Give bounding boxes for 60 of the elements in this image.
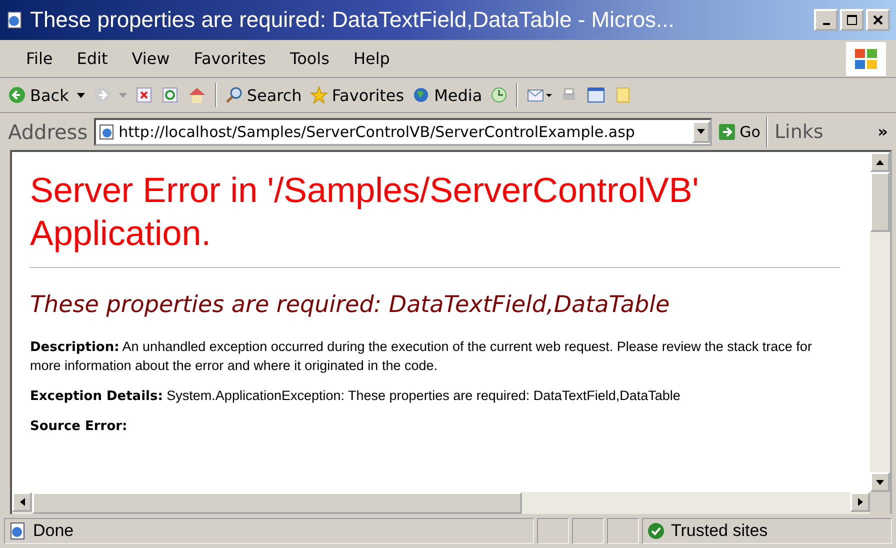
back-button[interactable]: Back [8, 86, 69, 104]
right-arrow-icon [858, 498, 862, 506]
search-icon [224, 86, 243, 104]
refresh-icon[interactable] [160, 86, 179, 104]
scroll-thumb[interactable] [870, 172, 890, 232]
history-icon[interactable] [490, 86, 508, 104]
scroll-thumb[interactable] [32, 492, 522, 514]
status-text: Done [33, 521, 74, 541]
favorites-button[interactable]: Favorites [310, 86, 404, 104]
close-button[interactable] [866, 9, 890, 31]
section-heading: Source Error: [30, 418, 128, 436]
left-arrow-icon [20, 498, 24, 506]
menu-item[interactable]: Edit [76, 49, 108, 68]
address-label: Address [8, 120, 88, 144]
error-paragraph: Exception Details: System.ApplicationException: These properties are required: DataTextField,DataTable [30, 387, 682, 406]
menu-item[interactable]: File [26, 49, 53, 68]
search-button[interactable]: Search [224, 86, 302, 104]
status-pane [572, 518, 604, 544]
more-chevron[interactable]: » [878, 122, 888, 141]
error-message: These properties are required: DataTextField,DataTable [30, 292, 671, 318]
window-title: These properties are required: DataTextField,DataTable - Micros... [30, 7, 676, 33]
page-heading: Server Error in '/Samples/ServerControlVB' Application. [30, 170, 700, 255]
down-arrow-icon [876, 480, 884, 484]
stop-icon[interactable] [134, 86, 153, 104]
go-button[interactable]: Go [718, 122, 760, 140]
menu-item[interactable]: Tools [290, 49, 330, 68]
windows-logo [846, 42, 886, 76]
minimize-button[interactable] [814, 9, 838, 31]
globe-icon [412, 86, 430, 104]
status-pane [537, 518, 569, 544]
home-icon[interactable] [186, 86, 207, 104]
status-pane [607, 518, 639, 544]
menu-item[interactable]: View [132, 49, 170, 68]
caret-icon[interactable] [76, 92, 85, 98]
media-button[interactable]: Media [412, 86, 482, 104]
error-paragraph: Description: An unhandled exception occurred during the execution of the current web request. Please review the stack trace for more information about the error and where it originated in the code. [30, 338, 813, 375]
scroll-right-button[interactable] [850, 492, 870, 512]
scroll-left-button[interactable] [12, 492, 32, 512]
dropdown-button[interactable] [692, 120, 710, 142]
maximize-icon [846, 14, 858, 26]
close-icon [872, 14, 884, 26]
minimize-icon [822, 23, 830, 25]
security-zone: Trusted sites [671, 521, 768, 541]
links-label[interactable]: Links [774, 120, 824, 142]
address-field[interactable]: http://localhost/Samples/ServerControlVB/ServerControlExample.asp [94, 118, 712, 146]
menu-item[interactable]: Help [353, 49, 390, 68]
star-icon [310, 86, 328, 104]
edit-icon[interactable] [586, 86, 606, 104]
horizontal-scrollbar[interactable] [12, 492, 870, 514]
caret-icon [696, 129, 705, 134]
check-icon [647, 522, 665, 540]
up-arrow-icon [876, 160, 884, 164]
menu-item[interactable]: Favorites [194, 49, 266, 68]
page-icon [98, 124, 115, 140]
scroll-down-button[interactable] [870, 472, 890, 492]
page-icon [9, 522, 27, 540]
maximize-button[interactable] [840, 9, 864, 31]
vertical-scrollbar[interactable] [870, 152, 890, 492]
page-icon [6, 11, 24, 29]
scroll-up-button[interactable] [870, 152, 890, 172]
